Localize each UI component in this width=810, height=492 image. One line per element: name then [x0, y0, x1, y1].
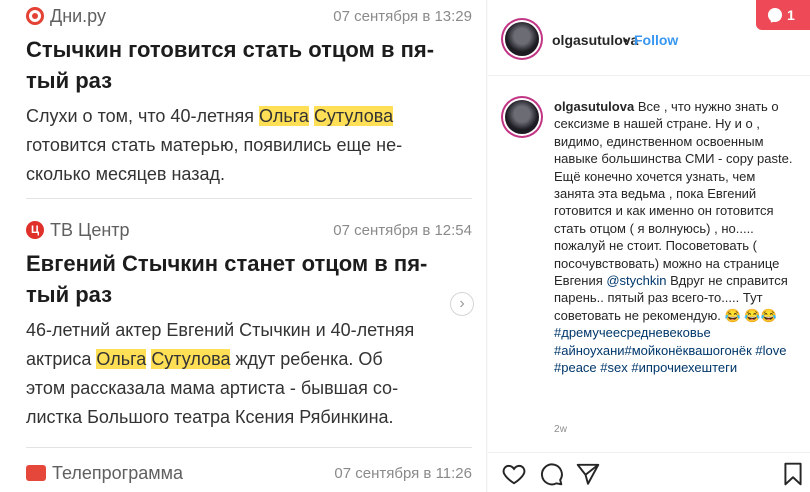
- news-source: Ц ТВ Центр: [26, 220, 130, 241]
- separator-dot: •: [623, 32, 628, 48]
- news-header: Дни.ру 07 сентября в 13:29: [26, 4, 472, 28]
- news-headline-line: тый раз: [26, 282, 113, 307]
- news-snippet: Слухи о том, что 40-летняя Ольга Сутулов…: [26, 102, 472, 189]
- caption-text: Все , что нужно знать о сексизме в нашей…: [554, 99, 793, 289]
- news-date: 07 сентября в 12:54: [333, 221, 472, 239]
- news-date: 07 сентября в 11:26: [334, 464, 472, 482]
- news-snippet-line: листка Большого театра Ксения Рябинкина.: [26, 407, 394, 427]
- news-snippet-line: сколько месяцев назад.: [26, 164, 225, 184]
- snippet-text: ждут ребенка. Об: [230, 349, 383, 369]
- news-headline: Евгений Стычкин станет отцом в пя- тый р…: [26, 248, 472, 310]
- news-item: Ц ТВ Центр 07 сентября в 12:54 Евгений С…: [26, 218, 472, 432]
- news-snippet-line: готовится стать матерью, появились еще н…: [26, 135, 403, 155]
- divider: [26, 447, 472, 448]
- dni-logo-icon: [26, 7, 44, 25]
- highlighted-surname: Сутулова: [151, 349, 231, 369]
- news-headline-line: Евгений Стычкин станет отцом в пя-: [26, 251, 428, 276]
- post-image[interactable]: Дни.ру 07 сентября в 13:29 Стычкин готов…: [0, 0, 487, 492]
- post-sidebar: olgasutulova • Follow olgasutulova Все ,…: [488, 0, 810, 492]
- news-date: 07 сентября в 13:29: [333, 7, 472, 25]
- news-item: Дни.ру 07 сентября в 13:29 Стычкин готов…: [26, 4, 472, 189]
- caption: olgasutulova Все , что нужно знать о сек…: [554, 98, 794, 377]
- highlighted-name: Ольга: [96, 349, 147, 369]
- caption-avatar[interactable]: [505, 100, 539, 134]
- comment-icon[interactable]: [538, 461, 564, 487]
- follow-button[interactable]: Follow: [634, 32, 678, 48]
- hashtag-link[interactable]: #peace: [554, 360, 597, 375]
- news-headline: Стычкин готовится стать отцом в пя- тый …: [26, 34, 472, 96]
- news-snippet: 46-летний актер Евгений Стычкин и 40-лет…: [26, 316, 472, 432]
- highlighted-name: Ольга: [259, 106, 309, 126]
- news-snippet-line: этом рассказала мама артиста - бывшая со…: [26, 378, 399, 398]
- news-headline-line: тый раз: [26, 68, 113, 93]
- caption-username[interactable]: olgasutulova: [554, 99, 634, 114]
- news-source-name: Телепрограмма: [52, 462, 184, 483]
- tvc-logo-icon: Ц: [26, 221, 44, 239]
- highlighted-surname: Сутулова: [313, 106, 394, 126]
- snippet-text: актриса: [26, 349, 97, 369]
- mention-link[interactable]: @stychkin: [606, 273, 666, 288]
- share-icon[interactable]: [575, 461, 601, 487]
- hashtag-link[interactable]: #мойконёквашогонёк: [625, 343, 752, 358]
- bubble-icon: [768, 8, 782, 22]
- news-snippet-line: актриса Ольга Сутулова ждут ребенка. Об: [26, 345, 472, 374]
- news-source: Телепрограмма: [26, 463, 183, 484]
- post-time[interactable]: 2w: [554, 424, 567, 435]
- notification-badge[interactable]: 1: [756, 0, 810, 30]
- chevron-right-icon[interactable]: ›: [450, 292, 474, 316]
- news-source-name: Дни.ру: [50, 5, 106, 26]
- news-source-name: ТВ Центр: [50, 219, 130, 240]
- news-source: Дни.ру: [26, 6, 106, 27]
- divider: [26, 198, 472, 199]
- caption-emoji: 😂😂: [744, 307, 777, 323]
- hashtag-link[interactable]: #love: [755, 343, 786, 358]
- news-header: Ц ТВ Центр 07 сентября в 12:54: [26, 218, 472, 242]
- hashtag-link[interactable]: #дремучеесредневековье: [554, 325, 711, 340]
- news-snippet-line: Слухи о том, что 40-летняя Ольга Сутулов…: [26, 102, 472, 131]
- snippet-text: Слухи о том, что 40-летняя: [26, 106, 260, 126]
- notification-count: 1: [787, 7, 795, 23]
- avatar[interactable]: [505, 22, 539, 56]
- hashtag-link[interactable]: #айноухани: [554, 343, 625, 358]
- news-item: Телепрограмма 07 сентября в 11:26: [26, 461, 472, 485]
- hashtag-link[interactable]: #sex: [600, 360, 627, 375]
- news-snippet-line: 46-летний актер Евгений Стычкин и 40-лет…: [26, 320, 415, 340]
- bookmark-icon[interactable]: [780, 461, 806, 487]
- news-header: Телепрограмма 07 сентября в 11:26: [26, 461, 472, 485]
- hashtag-link[interactable]: #ипрочиехештеги: [631, 360, 737, 375]
- action-bar: [488, 452, 810, 492]
- teleprogramma-logo-icon: [26, 465, 46, 481]
- news-headline-line: Стычкин готовится стать отцом в пя-: [26, 37, 435, 62]
- heart-icon[interactable]: [501, 461, 527, 487]
